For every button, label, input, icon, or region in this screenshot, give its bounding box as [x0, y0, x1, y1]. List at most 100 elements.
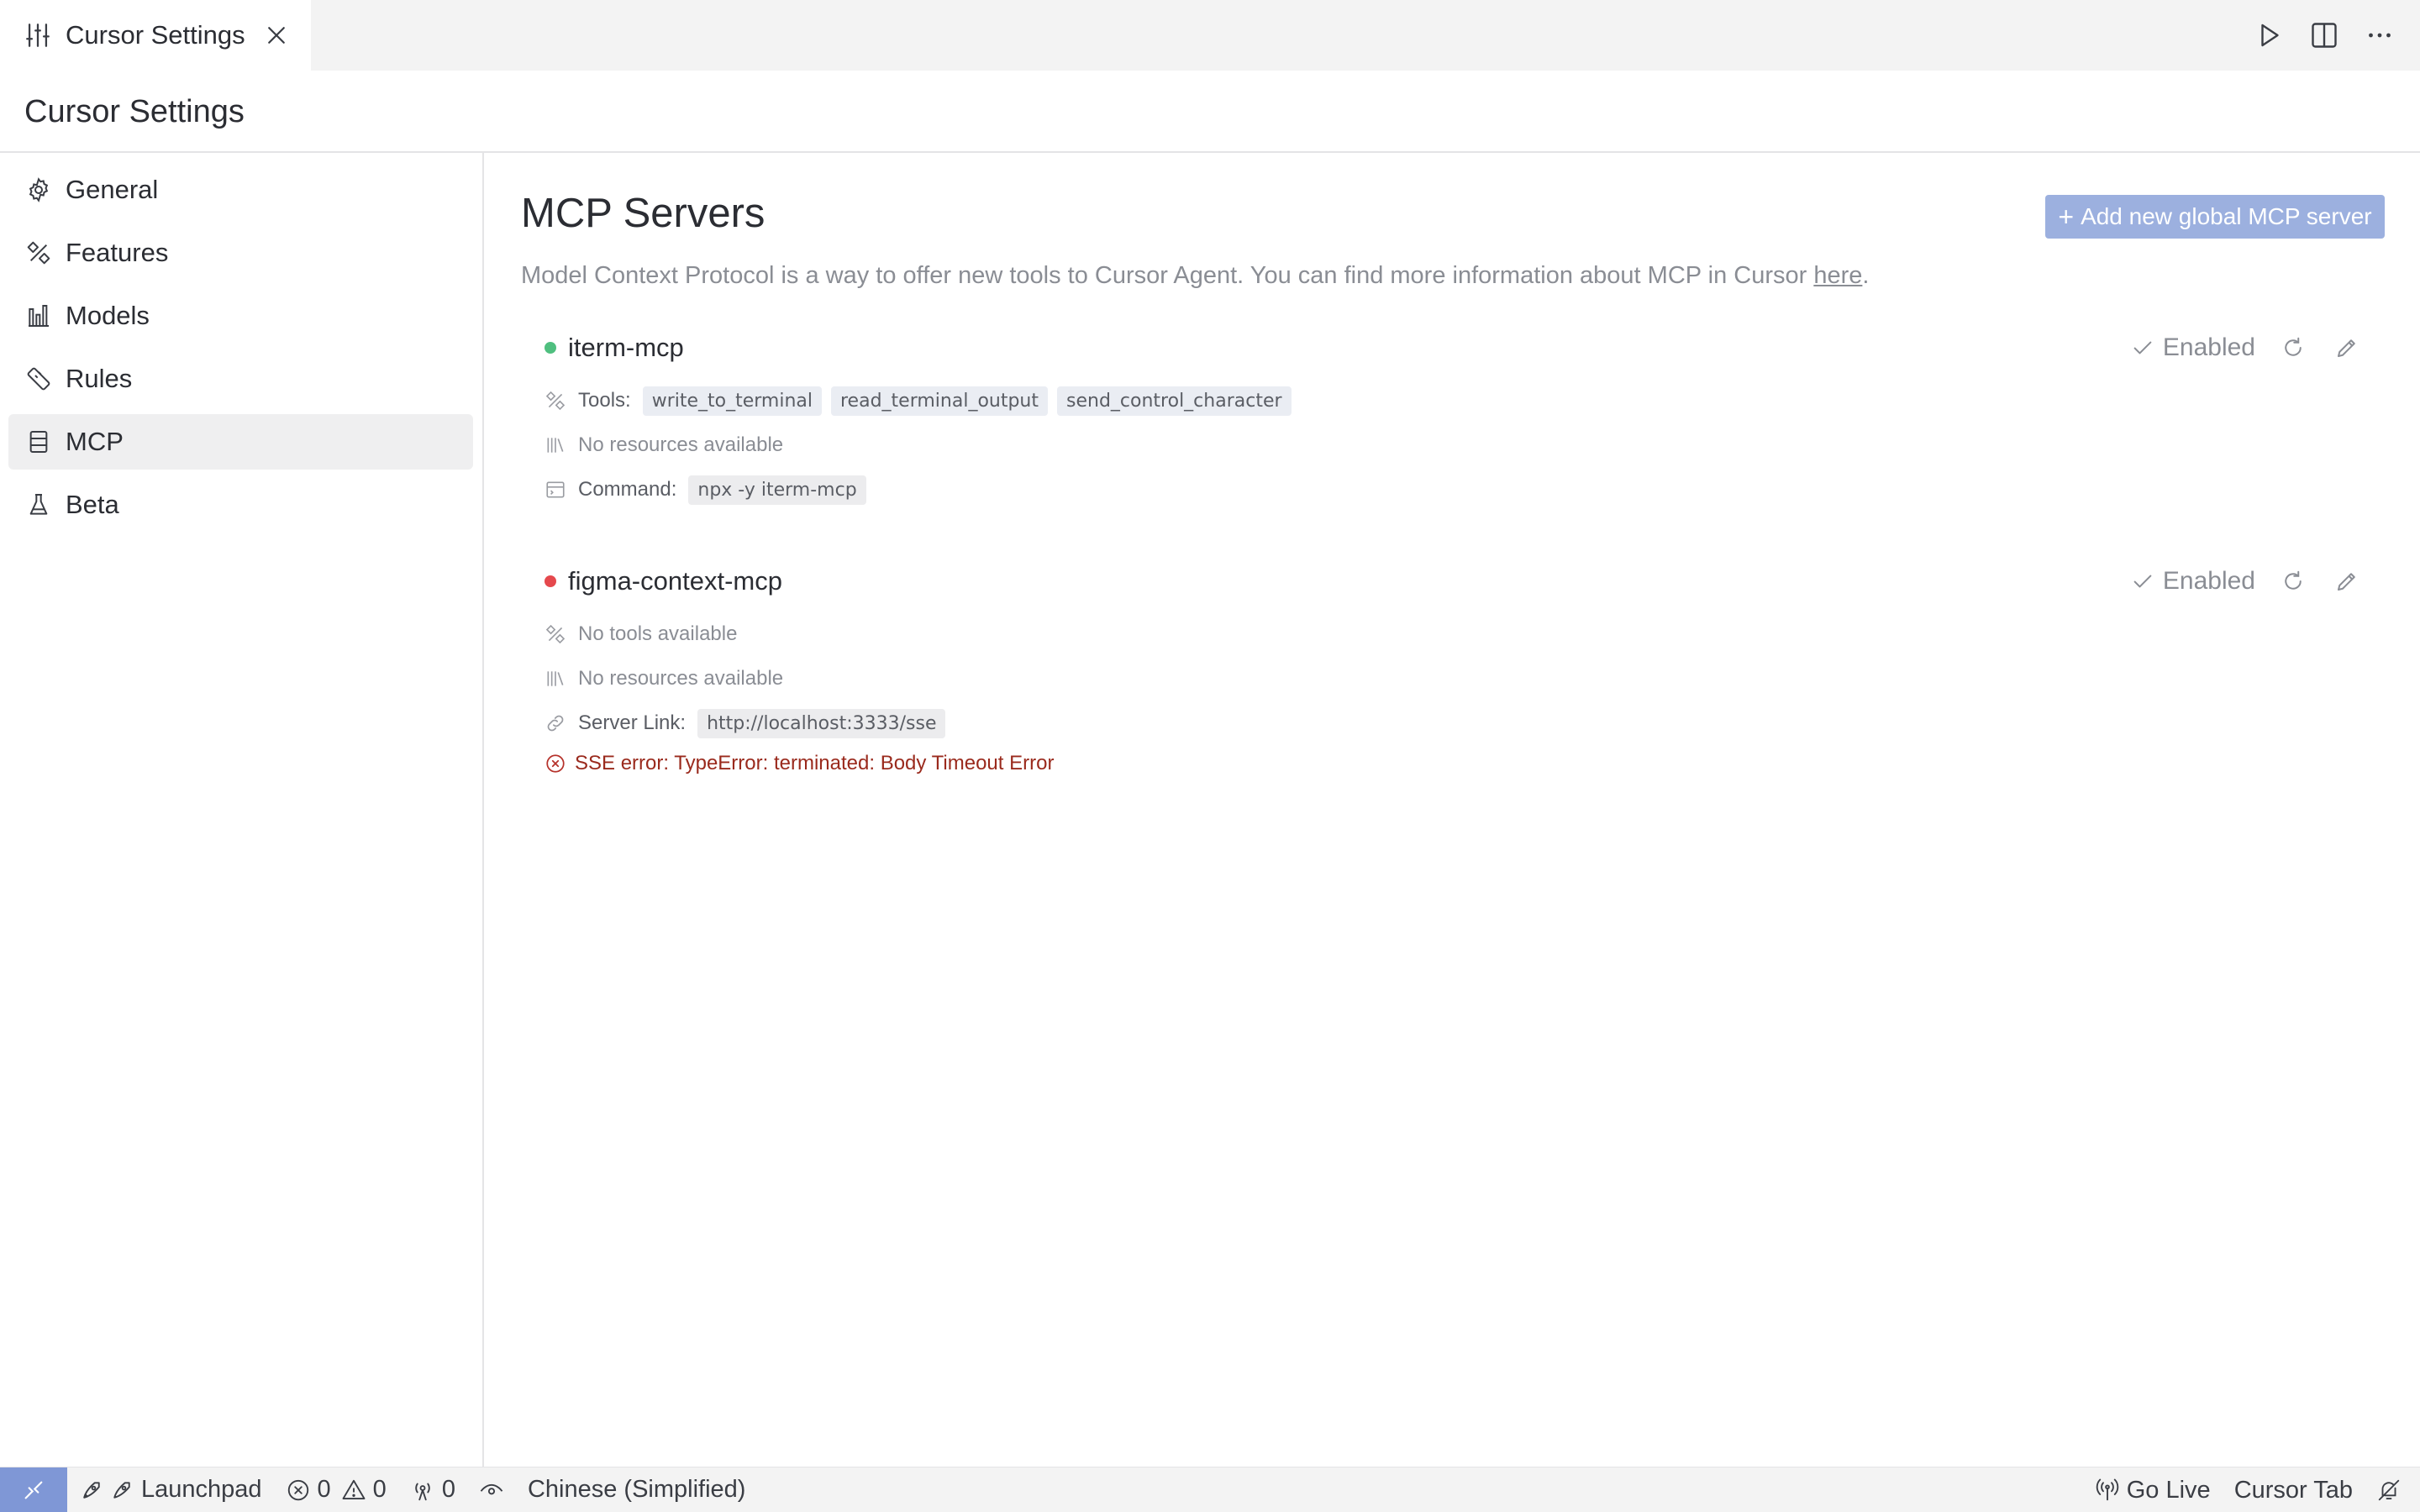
broadcast-icon	[2095, 1478, 2120, 1503]
tools-label: Tools:	[578, 389, 631, 412]
tool-chip: write_to_terminal	[642, 386, 822, 416]
bar-chart-icon	[25, 302, 52, 329]
server-link-label: Server Link:	[578, 711, 687, 734]
broadcast-icon	[410, 1478, 435, 1503]
editor-tab-bar: Cursor Settings	[0, 0, 2420, 71]
command-label: Command:	[578, 478, 677, 501]
server-header: figma-context-mcp Enabled	[544, 564, 2393, 598]
cursor-tab-button[interactable]: Cursor Tab	[2223, 1467, 2365, 1512]
gear-icon	[25, 176, 52, 203]
sidebar-item-features[interactable]: Features	[8, 225, 473, 281]
check-icon	[2131, 570, 2154, 593]
server-header: iterm-mcp Enabled	[544, 331, 2393, 365]
language-indicator[interactable]: Chinese (Simplified)	[516, 1467, 758, 1512]
run-icon[interactable]	[2254, 20, 2284, 50]
tab-cursor-settings[interactable]: Cursor Settings	[0, 0, 311, 71]
remote-icon	[24, 1481, 43, 1499]
launchpad-button[interactable]: Launchpad	[67, 1467, 274, 1512]
problems-indicator[interactable]: 0 0	[274, 1467, 398, 1512]
remote-indicator[interactable]	[0, 1467, 67, 1512]
go-live-button[interactable]: Go Live	[2083, 1467, 2223, 1512]
main-content: MCP Servers + Add new global MCP server …	[486, 153, 2420, 1467]
server-link-row: Server Link: http://localhost:3333/sse	[544, 706, 946, 740]
edit-icon[interactable]	[2334, 569, 2360, 594]
notifications-button[interactable]	[2365, 1467, 2420, 1512]
check-icon	[2131, 336, 2154, 360]
bell-slash-icon	[2376, 1478, 2402, 1503]
sidebar-item-models[interactable]: Models	[8, 288, 473, 344]
command-row: Command: npx -y iterm-mcp	[544, 473, 866, 507]
sidebar-item-general[interactable]: General	[8, 162, 473, 218]
features-icon	[25, 239, 52, 266]
watch-indicator[interactable]	[467, 1467, 516, 1512]
status-dot	[544, 575, 556, 587]
resources-row: No resources available	[544, 428, 783, 462]
go-live-label: Go Live	[2126, 1476, 2211, 1504]
description-text: Model Context Protocol is a way to offer…	[521, 262, 1814, 289]
section-title: MCP Servers	[521, 191, 765, 236]
sidebar-item-label: Beta	[66, 490, 119, 519]
ports-count: 0	[441, 1476, 455, 1503]
section-description: Model Context Protocol is a way to offer…	[521, 262, 1869, 290]
refresh-icon[interactable]	[2281, 335, 2306, 360]
rocket-icon	[79, 1478, 104, 1503]
terminal-icon	[544, 479, 566, 501]
edit-icon[interactable]	[2334, 335, 2360, 360]
enabled-toggle[interactable]: Enabled	[2131, 567, 2255, 596]
settings-header: Cursor Settings	[0, 71, 2420, 153]
resources-text: No resources available	[578, 667, 784, 690]
tool-chip: send_control_character	[1057, 386, 1292, 416]
sidebar-item-rules[interactable]: Rules	[8, 351, 473, 407]
warning-icon	[341, 1478, 366, 1503]
refresh-icon[interactable]	[2281, 569, 2306, 594]
tool-chip: read_terminal_output	[831, 386, 1049, 416]
status-bar-right: Go Live Cursor Tab	[2083, 1467, 2420, 1512]
warning-count: 0	[372, 1476, 387, 1503]
tools-text: No tools available	[578, 622, 738, 645]
resources-text: No resources available	[578, 433, 784, 456]
tools-row: Tools: write_to_terminal read_terminal_o…	[544, 384, 1292, 417]
status-bar: Launchpad 0 0 0 Chinese (Simplified) Go …	[0, 1467, 2420, 1512]
sidebar-item-beta[interactable]: Beta	[8, 477, 473, 533]
library-icon	[544, 434, 566, 456]
ruler-icon	[25, 365, 52, 392]
enabled-label: Enabled	[2162, 333, 2255, 361]
add-button-label: Add new global MCP server	[2081, 203, 2372, 229]
server-name: iterm-mcp	[568, 333, 684, 362]
link-icon	[544, 712, 566, 734]
enabled-toggle[interactable]: Enabled	[2131, 333, 2255, 362]
sidebar-item-label: General	[66, 175, 159, 204]
launchpad-label: Launchpad	[141, 1476, 262, 1503]
mcp-server-card: iterm-mcp Enabled Tools: write_to_termin…	[544, 331, 2393, 505]
tools-icon	[544, 623, 566, 645]
flask-icon	[25, 491, 52, 518]
page-title: Cursor Settings	[24, 94, 245, 129]
more-icon[interactable]	[2365, 20, 2395, 50]
error-message: SSE error: TypeError: terminated: Body T…	[575, 752, 1055, 774]
library-icon	[544, 668, 566, 690]
plus-icon: +	[2058, 201, 2075, 232]
sidebar-item-mcp[interactable]: MCP	[8, 414, 473, 470]
error-icon	[544, 753, 566, 774]
enabled-label: Enabled	[2162, 567, 2255, 595]
server-name: figma-context-mcp	[568, 566, 782, 596]
settings-sidebar: General Features Models Rules MCP Beta	[0, 153, 484, 1467]
server-icon	[25, 428, 52, 455]
sliders-icon	[24, 21, 52, 50]
sidebar-item-label: Features	[66, 238, 169, 267]
more-info-link[interactable]: here	[1813, 262, 1862, 289]
split-editor-icon[interactable]	[2309, 20, 2339, 50]
sidebar-item-label: Models	[66, 301, 150, 330]
language-label: Chinese (Simplified)	[527, 1476, 746, 1503]
tools-row: No tools available	[544, 617, 737, 651]
close-icon[interactable]	[264, 23, 289, 48]
add-global-mcp-server-button[interactable]: + Add new global MCP server	[2045, 195, 2385, 239]
error-icon	[286, 1478, 311, 1503]
description-suffix: .	[1862, 262, 1870, 289]
status-dot	[544, 342, 556, 354]
tools-icon	[544, 390, 566, 412]
server-controls: Enabled	[2131, 564, 2393, 598]
server-controls: Enabled	[2131, 331, 2393, 365]
resources-row: No resources available	[544, 662, 783, 696]
ports-indicator[interactable]: 0	[398, 1467, 467, 1512]
